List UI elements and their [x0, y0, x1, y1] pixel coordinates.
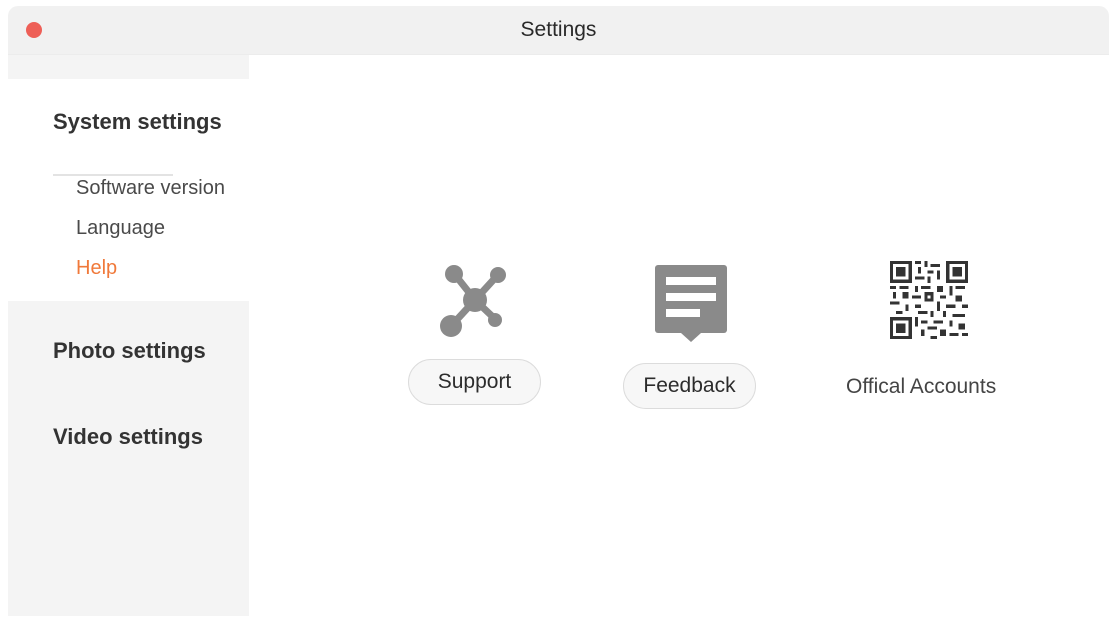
sidebar-item-software-version[interactable]: Software version: [76, 177, 225, 200]
help-content: Support Feedback Offical Accounts: [249, 55, 1109, 616]
sidebar-item-language[interactable]: Language: [76, 217, 165, 240]
settings-window: Settings System settings Software versio…: [8, 6, 1109, 616]
window-title: Settings: [520, 18, 597, 41]
support-button[interactable]: Support: [408, 359, 541, 405]
feedback-button[interactable]: Feedback: [623, 363, 756, 409]
official-accounts-label: Offical Accounts: [846, 375, 997, 398]
feedback-message-icon: [653, 263, 729, 348]
sidebar-item-help[interactable]: Help: [76, 257, 117, 280]
sidebar-section-photo-settings[interactable]: Photo settings: [53, 338, 206, 364]
sidebar-section-video-settings[interactable]: Video settings: [53, 424, 203, 450]
title-bar: Settings: [8, 6, 1109, 55]
network-nodes-icon: [438, 262, 508, 343]
qr-code-icon[interactable]: [890, 257, 968, 348]
sidebar: System settings Software version Languag…: [8, 55, 249, 616]
sidebar-section-system-settings[interactable]: System settings: [53, 109, 222, 135]
section-divider: [53, 174, 173, 176]
system-settings-panel: System settings Software version Languag…: [8, 79, 249, 301]
